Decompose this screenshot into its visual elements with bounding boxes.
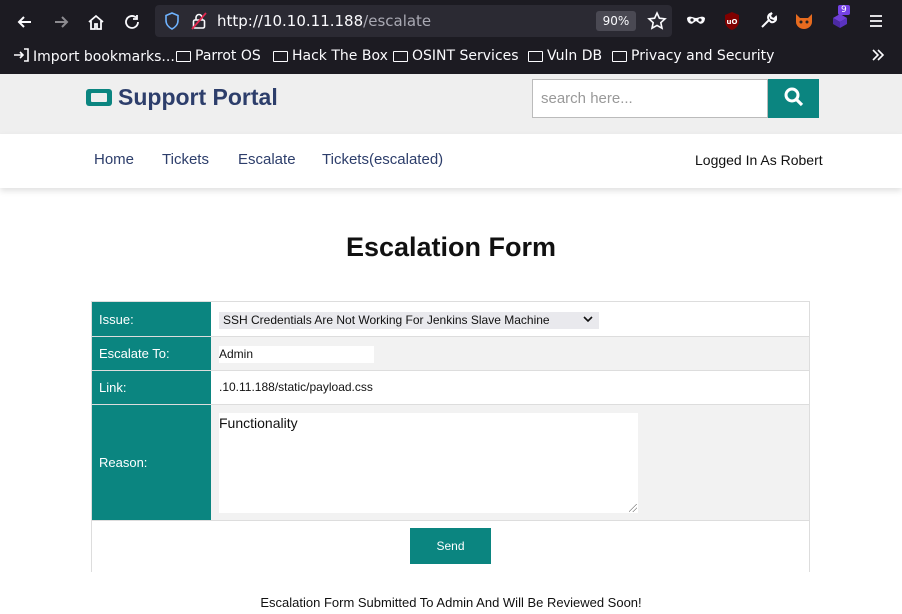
page: Support Portal search here... Home Ticke… xyxy=(0,74,902,614)
search-button[interactable] xyxy=(768,79,819,118)
link-label: Link: xyxy=(92,371,211,404)
search-icon xyxy=(784,87,804,111)
search-input[interactable]: search here... xyxy=(532,79,768,118)
bookmark-label: Import bookmarks... xyxy=(33,49,175,65)
mask-icon[interactable] xyxy=(685,10,707,32)
folder-icon xyxy=(612,50,627,62)
logged-in-user: Logged In As Robert xyxy=(695,152,823,168)
import-icon xyxy=(13,48,29,66)
bookmark-hack-the-box[interactable]: Hack The Box xyxy=(273,48,388,64)
link-cell: .10.11.188/static/payload.css xyxy=(211,371,809,404)
folder-icon xyxy=(393,50,408,62)
reason-row: Reason: Functionality xyxy=(92,405,809,521)
url-bar[interactable]: http://10.10.11.188/escalate 90% xyxy=(155,5,672,37)
nav-home[interactable]: Home xyxy=(94,151,134,168)
site-logo[interactable]: Support Portal xyxy=(86,84,278,111)
bookmark-vuln-db[interactable]: Vuln DB xyxy=(528,48,602,64)
reason-text: Functionality xyxy=(219,415,298,431)
svg-text:uO: uO xyxy=(727,18,738,26)
extension-badge: 9 xyxy=(838,5,850,15)
nav-tickets-escalated[interactable]: Tickets(escalated) xyxy=(322,151,443,168)
status-message: Escalation Form Submitted To Admin And W… xyxy=(260,595,642,610)
site-nav: Home Tickets Escalate Tickets(escalated)… xyxy=(0,134,902,188)
shield-icon[interactable] xyxy=(164,12,180,34)
home-icon[interactable] xyxy=(82,8,110,36)
page-title: Escalation Form xyxy=(345,232,557,262)
issue-cell: SSH Credentials Are Not Working For Jenk… xyxy=(211,302,809,336)
bookmark-label: OSINT Services xyxy=(412,48,519,64)
bookmark-osint-services[interactable]: OSINT Services xyxy=(393,48,519,64)
issue-label: Issue: xyxy=(92,302,211,336)
url-text[interactable]: http://10.10.11.188/escalate xyxy=(217,12,431,30)
link-field[interactable]: .10.11.188/static/payload.css xyxy=(219,380,373,394)
reload-icon[interactable] xyxy=(118,8,146,36)
bookmark-label: Privacy and Security xyxy=(631,48,775,64)
issue-select-value: SSH Credentials Are Not Working For Jenk… xyxy=(223,313,550,327)
issue-select[interactable]: SSH Credentials Are Not Working For Jenk… xyxy=(219,312,599,329)
logo-text: Support Portal xyxy=(118,84,278,110)
bookmark-import[interactable]: Import bookmarks... xyxy=(13,48,175,66)
url-host: http://10.10.11.188 xyxy=(217,12,364,30)
send-button[interactable]: Send xyxy=(410,528,491,564)
folder-icon xyxy=(528,50,543,62)
bookmarks-bar: Import bookmarks... Parrot OS Hack The B… xyxy=(0,42,902,74)
reason-cell: Functionality xyxy=(211,405,809,520)
bookmark-label: Vuln DB xyxy=(547,48,603,64)
ticket-icon xyxy=(86,89,112,106)
link-row: Link: .10.11.188/static/payload.css xyxy=(92,371,809,405)
folder-icon xyxy=(273,50,288,62)
nav-tickets[interactable]: Tickets xyxy=(162,151,209,168)
bookmark-label: Parrot OS xyxy=(195,48,261,64)
escalate-label: Escalate To: xyxy=(92,337,211,370)
back-icon[interactable] xyxy=(11,8,39,36)
fox-icon[interactable] xyxy=(793,10,815,32)
wrench-icon[interactable] xyxy=(757,10,779,32)
url-path: /escalate xyxy=(363,12,432,30)
issue-row: Issue: SSH Credentials Are Not Working F… xyxy=(92,302,809,337)
folder-icon xyxy=(176,50,191,62)
reason-label: Reason: xyxy=(92,405,211,520)
bookmark-privacy-security[interactable]: Privacy and Security xyxy=(612,48,774,64)
escalate-cell: Admin xyxy=(211,337,809,370)
bookmark-parrot-os[interactable]: Parrot OS xyxy=(176,48,261,64)
escalation-form: Issue: SSH Credentials Are Not Working F… xyxy=(91,301,810,572)
escalate-row: Escalate To: Admin xyxy=(92,337,809,371)
nav-escalate[interactable]: Escalate xyxy=(238,151,296,168)
chevron-right-icon[interactable] xyxy=(871,48,885,62)
send-row: Send xyxy=(92,521,809,572)
bookmark-label: Hack The Box xyxy=(292,48,388,64)
zoom-level[interactable]: 90% xyxy=(596,11,636,31)
extension-icon[interactable]: 9 xyxy=(829,5,851,32)
chevron-down-icon xyxy=(583,312,593,329)
ublock-icon[interactable]: uO xyxy=(721,10,743,32)
menu-icon[interactable] xyxy=(865,10,887,32)
escalate-to-field[interactable]: Admin xyxy=(219,346,374,363)
star-icon[interactable] xyxy=(647,11,667,35)
browser-chrome: http://10.10.11.188/escalate 90% uO 9 Im… xyxy=(0,0,902,74)
forward-icon[interactable] xyxy=(47,8,75,36)
resize-grip-icon[interactable] xyxy=(629,504,637,512)
reason-textarea[interactable]: Functionality xyxy=(219,413,638,513)
site-header: Support Portal search here... xyxy=(0,74,902,134)
lock-icon[interactable] xyxy=(191,12,207,34)
